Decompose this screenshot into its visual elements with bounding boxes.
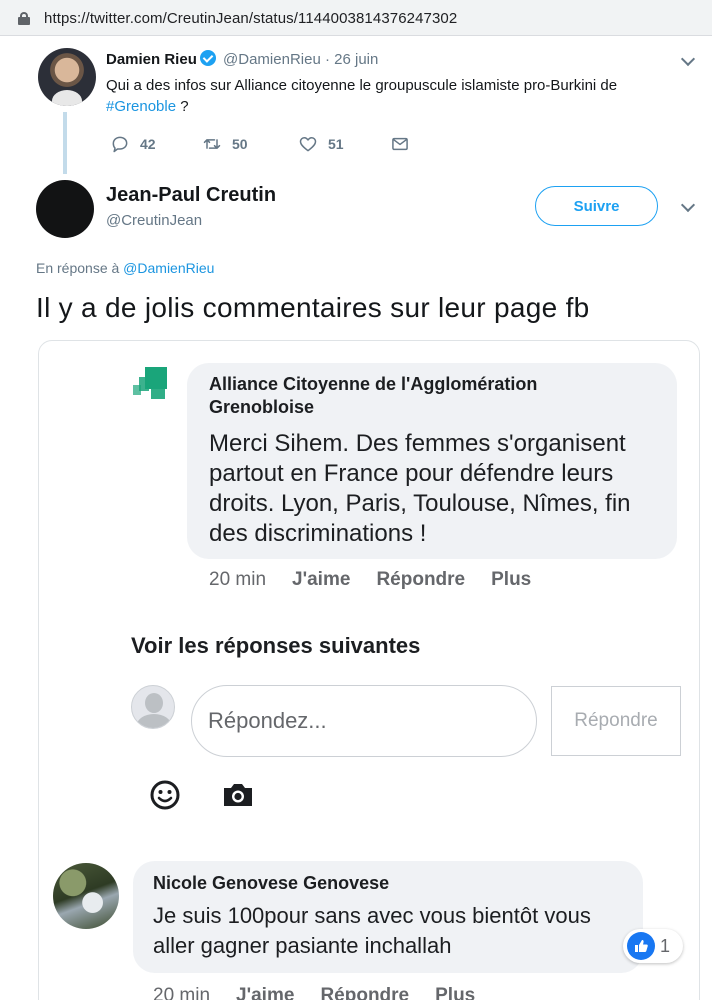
comment-meta: 20 min J'aime Répondre Plus (153, 985, 475, 1000)
thumbs-up-icon (627, 932, 655, 960)
comment-reply-link[interactable]: Répondre (376, 569, 465, 590)
see-more-replies-link[interactable]: Voir les réponses suivantes (131, 633, 420, 659)
like-action[interactable]: 51 (298, 134, 344, 154)
lock-icon (18, 12, 30, 25)
comment-like-link[interactable]: J'aime (236, 985, 294, 1000)
reply-prefix: En réponse à (36, 260, 124, 276)
comment-text: Je suis 100pour sans avec vous bientôt v… (153, 903, 591, 958)
dm-action[interactable] (390, 134, 420, 154)
parent-tweet-author-name[interactable]: Damien Rieu (106, 51, 197, 68)
reply-action[interactable]: 42 (110, 134, 156, 154)
tweet-author-handle[interactable]: @CreutinJean (106, 212, 202, 229)
reaction-badge[interactable]: 1 (623, 929, 683, 963)
verified-icon (199, 50, 216, 66)
comment-like-link[interactable]: J'aime (292, 569, 350, 590)
comment-more-link[interactable]: Plus (435, 985, 475, 1000)
parent-tweet-text-main: Qui a des infos sur Alliance citoyenne l… (106, 77, 618, 94)
comment-author[interactable]: Nicole Genovese Genovese (153, 873, 389, 894)
tweet-text: Il y a de jolis commentaires sur leur pa… (36, 292, 590, 323)
tweet-author-avatar[interactable] (36, 180, 94, 238)
separator-dot: · (324, 51, 330, 68)
url-text[interactable]: https://twitter.com/CreutinJean/status/1… (44, 10, 457, 27)
parent-tweet-handle[interactable]: @DamienRieu (223, 51, 321, 68)
parent-tweet-header: Damien Rieu @DamienRieu · 26 juin (106, 50, 378, 68)
hashtag-link[interactable]: #Grenoble (106, 98, 176, 115)
comment-time[interactable]: 20 min (209, 569, 266, 590)
comment-more-link[interactable]: Plus (491, 569, 531, 590)
reply-icon (112, 136, 128, 153)
parent-tweet-text: Qui a des infos sur Alliance citoyenne l… (106, 75, 686, 117)
reaction-count: 1 (660, 935, 671, 956)
chevron-down-icon[interactable] (680, 51, 696, 67)
comment-time[interactable]: 20 min (153, 985, 210, 1000)
user-avatar-placeholder (131, 685, 175, 729)
parent-tweet-date[interactable]: 26 juin (334, 51, 378, 68)
comment-reply-link[interactable]: Répondre (320, 985, 409, 1000)
comment-meta: 20 min J'aime Répondre Plus (209, 569, 531, 591)
follow-button[interactable]: Suivre (535, 186, 658, 226)
comment-text: Merci Sihem. Des femmes s'organisent par… (209, 430, 631, 547)
parent-tweet-avatar[interactable] (38, 48, 96, 106)
like-count: 51 (328, 136, 344, 152)
like-icon (299, 137, 317, 152)
comment-author[interactable]: Alliance Citoyenne de l'Agglomération Gr… (209, 373, 629, 419)
chevron-down-icon[interactable] (680, 197, 696, 213)
emoji-icon[interactable] (149, 779, 181, 811)
reply-mention-link[interactable]: @DamienRieu (123, 260, 214, 276)
retweet-icon (203, 139, 221, 149)
page-logo-icon (131, 363, 171, 403)
reply-submit-button[interactable]: Répondre (551, 686, 681, 756)
reply-count: 42 (140, 136, 156, 152)
tweet-media-image[interactable]: Alliance Citoyenne de l'Agglomération Gr… (38, 340, 700, 1000)
retweet-action[interactable]: 50 (202, 134, 248, 154)
thread-connector-line (63, 112, 67, 174)
retweet-count: 50 (232, 136, 248, 152)
commenter-avatar[interactable] (53, 863, 119, 929)
dm-icon (392, 137, 408, 151)
parent-tweet-text-end: ? (176, 98, 189, 115)
tweet-author-name[interactable]: Jean-Paul Creutin (106, 184, 276, 207)
browser-url-bar[interactable]: https://twitter.com/CreutinJean/status/1… (0, 0, 712, 36)
reply-input[interactable]: Répondez... (191, 685, 537, 757)
camera-icon[interactable] (221, 781, 255, 809)
reply-context: En réponse à @DamienRieu (36, 260, 214, 276)
